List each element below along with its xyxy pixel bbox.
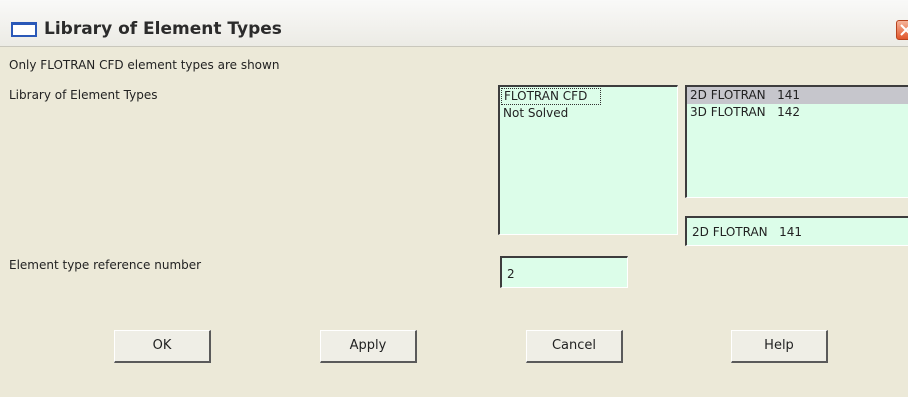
cancel-button[interactable]: Cancel [526,330,623,363]
list-item-not-solved[interactable]: Not Solved [500,105,677,122]
info-text: Only FLOTRAN CFD element types are shown [9,58,280,72]
list-item-3d-flotran[interactable]: 3D FLOTRAN 142 [687,104,908,121]
ref-number-input[interactable]: 2 [500,256,628,288]
help-button[interactable]: Help [731,330,828,363]
window-title: Library of Element Types [44,19,282,39]
library-label: Library of Element Types [9,88,158,102]
apply-button[interactable]: Apply [320,330,417,363]
title-bar: Library of Element Types [0,0,908,47]
close-icon [900,24,908,36]
category-list[interactable]: FLOTRAN CFD Not Solved [498,85,678,235]
list-item-2d-flotran[interactable]: 2D FLOTRAN 141 [687,87,908,104]
close-button[interactable] [896,20,908,40]
element-type-list[interactable]: 2D FLOTRAN 141 3D FLOTRAN 142 [685,85,908,198]
selected-type-field[interactable]: 2D FLOTRAN 141 [685,216,908,246]
ok-button[interactable]: OK [114,330,211,363]
window-icon [11,22,37,37]
list-item-flotran-cfd[interactable]: FLOTRAN CFD [501,88,602,105]
ref-number-label: Element type reference number [9,258,202,272]
